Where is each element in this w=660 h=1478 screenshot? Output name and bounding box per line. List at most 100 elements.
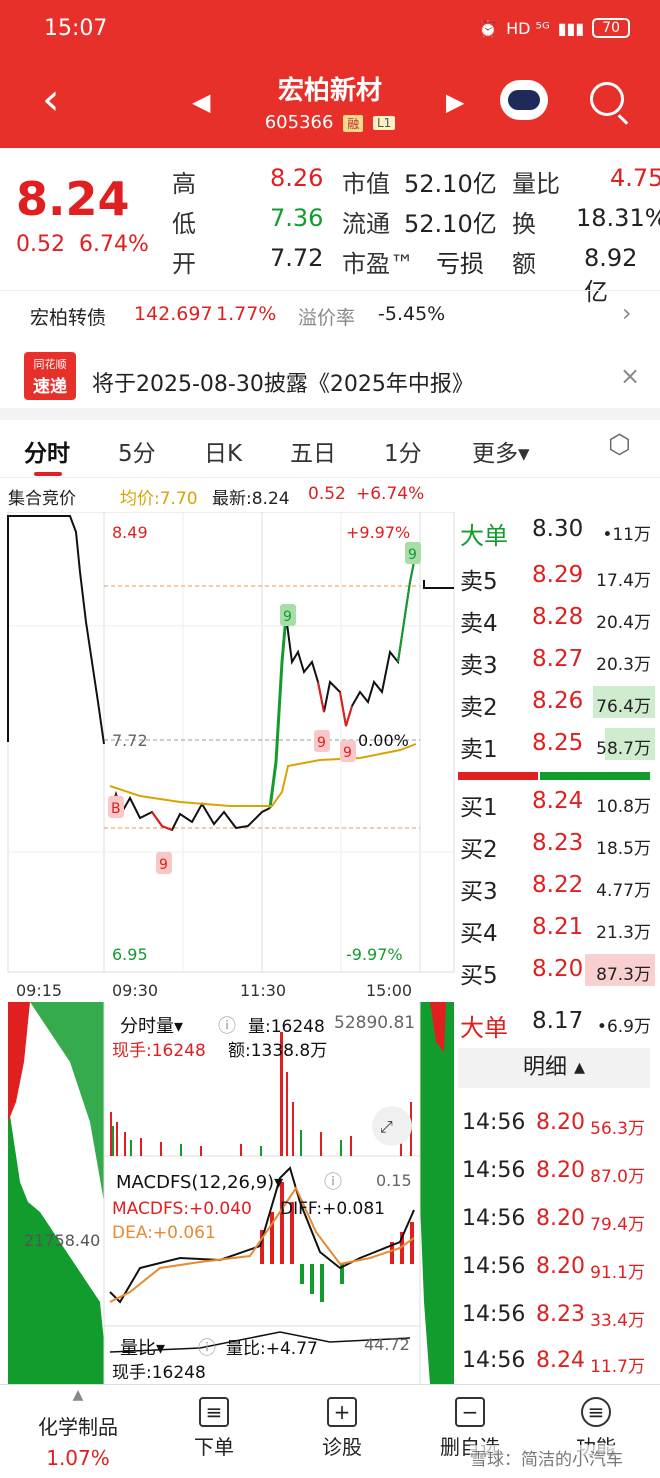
- tick-time: 14:56: [462, 1110, 526, 1135]
- search-icon[interactable]: [590, 82, 624, 116]
- ths-logo: 同花顺 速递: [24, 352, 76, 400]
- macd-panel-title[interactable]: MACDFS(12,26,9)▾: [116, 1172, 283, 1193]
- tab-1min[interactable]: 1分: [384, 434, 422, 468]
- ask-row-1[interactable]: 卖1 8.25 58.7万: [460, 724, 655, 766]
- menu-circle-icon: ≡: [581, 1397, 611, 1427]
- volume-panel-title[interactable]: 分时量▾: [120, 1016, 183, 1037]
- pct-axis-mid: 0.00%: [358, 731, 409, 750]
- change-percent: 6.74%: [78, 232, 149, 257]
- help-icon[interactable]: ⓘ: [198, 1338, 216, 1359]
- logo-bottom-text: 速递: [33, 377, 67, 397]
- vol-ratio-label: 量比: [512, 170, 560, 198]
- big-sell-price: 8.30: [532, 516, 584, 542]
- bid-row-1[interactable]: 买1 8.24 10.8万: [460, 782, 655, 824]
- diff-value: DIFF:+0.081: [280, 1199, 385, 1219]
- ratio-panel-title[interactable]: 量比▾: [120, 1338, 165, 1359]
- change-value: 0.52: [16, 232, 65, 257]
- close-icon[interactable]: ×: [620, 362, 640, 390]
- tick-time: 14:56: [462, 1254, 526, 1279]
- help-icon[interactable]: ⓘ: [218, 1016, 236, 1037]
- big-sell-label: 大单: [460, 522, 508, 550]
- bid-row-2[interactable]: 买2 8.23 18.5万: [460, 824, 655, 866]
- margin-tag: 融: [343, 114, 364, 132]
- active-tab-underline: [34, 472, 62, 476]
- bid-price: 8.21: [532, 914, 584, 940]
- ask-vol: 17.4万: [596, 571, 651, 591]
- ask-row-2[interactable]: 卖2 8.26 76.4万: [460, 682, 655, 724]
- detail-toggle[interactable]: 明细 ▴: [458, 1048, 650, 1088]
- mcap-label: 市值: [342, 170, 390, 198]
- auction-volume-area-green: [30, 1002, 104, 1202]
- premium-value: -5.45%: [378, 303, 446, 325]
- network-indicator: HD ⁵ᴳ: [506, 18, 550, 38]
- intraday-price-chart[interactable]: 8.49 7.72 6.95 +9.97% 0.00% -9.97% B 9 9…: [0, 512, 456, 1002]
- chart-info-row: 集合竞价 均价:7.70 最新:8.24 0.52 +6.74%: [0, 482, 660, 510]
- tick-price: 8.20: [536, 1110, 585, 1135]
- bid-vol: 87.3万: [596, 965, 651, 985]
- vol-ratio-value: 4.75: [610, 164, 660, 192]
- bid-row-3[interactable]: 买3 8.22 4.77万: [460, 866, 655, 908]
- settings-hexagon-icon[interactable]: ⬡: [608, 430, 631, 460]
- sector-button[interactable]: ▲ 化学制品 1.07%: [16, 1385, 140, 1478]
- bid-price: 8.20: [532, 956, 584, 982]
- open-value: 7.72: [270, 244, 324, 272]
- td-marker-9-label: 9: [343, 745, 352, 761]
- bid-row-5[interactable]: 买5 8.20 87.3万: [460, 950, 655, 992]
- big-buy-price: 8.17: [532, 1008, 584, 1034]
- tick-vol: 11.7万: [590, 1357, 645, 1377]
- ask-row-4[interactable]: 卖4 8.28 20.4万: [460, 598, 655, 640]
- stock-code-row: 605366 融 L1: [0, 112, 660, 133]
- ask-vol: 76.4万: [596, 697, 651, 717]
- bond-price: 142.697: [134, 303, 213, 325]
- y-axis-top: 8.49: [112, 523, 148, 542]
- price-change: 0.52 6.74%: [16, 232, 149, 257]
- tab-five-day[interactable]: 五日: [290, 434, 336, 468]
- order-button[interactable]: ≡ 下单: [154, 1385, 274, 1478]
- notice-banner[interactable]: 同花顺 速递 将于2025-08-30披露《2025年中报》 ×: [0, 340, 660, 408]
- tab-daily-k[interactable]: 日K: [204, 434, 242, 468]
- watermark: 雪球：简洁的小汽车: [470, 1445, 623, 1470]
- help-icon[interactable]: ⓘ: [324, 1172, 342, 1193]
- stock-name: 宏柏新材: [277, 76, 382, 106]
- avg-price: 均价:7.70: [120, 489, 198, 509]
- assistant-robot-icon[interactable]: [500, 80, 548, 120]
- td-marker-9-green-label: 9: [408, 547, 417, 563]
- tab-5min[interactable]: 5分: [118, 434, 156, 468]
- tick-row: 14:56 8.20 56.3万: [460, 1102, 655, 1148]
- pe-label: 市盈™: [342, 250, 414, 278]
- notice-text: 将于2025-08-30披露《2025年中报》: [92, 372, 474, 397]
- ask-price: 8.29: [532, 562, 584, 588]
- stock-code: 605366: [264, 112, 334, 133]
- ask-row-5[interactable]: 卖5 8.29 17.4万: [460, 556, 655, 598]
- big-sell-vol: •11万: [602, 525, 651, 545]
- indicator-panels[interactable]: ⤢ 分时量▾ ⓘ 量:16248 52890.81 现手:16248 额:133…: [0, 1002, 456, 1384]
- tab-intraday[interactable]: 分时: [24, 434, 70, 468]
- bid-row-4[interactable]: 买4 8.21 21.3万: [460, 908, 655, 950]
- ask-row-3[interactable]: 卖3 8.27 20.3万: [460, 640, 655, 682]
- td-marker-9-label: 9: [159, 857, 168, 873]
- tab-more[interactable]: 更多▾: [472, 434, 530, 468]
- time-label: 15:00: [366, 981, 412, 1000]
- big-buy-order[interactable]: 大单 8.17 •6.9万: [460, 1002, 655, 1044]
- bid-label: 买4: [460, 921, 498, 947]
- latest-pct: +6.74%: [356, 484, 425, 504]
- convertible-bond-row[interactable]: 宏柏转债 142.697 1.77% 溢价率 -5.45% ›: [0, 290, 660, 338]
- signal-icon: ▮▮▮: [557, 18, 585, 38]
- battery-indicator: 70: [592, 18, 630, 38]
- logo-top-text: 同花顺: [33, 358, 67, 371]
- ask-price: 8.25: [532, 730, 584, 756]
- big-sell-order[interactable]: 大单 8.30 •11万: [460, 510, 655, 552]
- td-marker-9-green-label: 9: [283, 609, 292, 625]
- float-value: 52.10亿: [404, 210, 497, 238]
- time-label: 09:30: [112, 981, 158, 1000]
- bond-name: 宏柏转债: [30, 307, 107, 329]
- amount-label: 额: [512, 250, 536, 278]
- macd-max: 0.15: [376, 1171, 412, 1190]
- sector-name: 化学制品: [38, 1415, 118, 1439]
- alarm-icon: ⏰: [478, 18, 499, 38]
- ask-vol: 58.7万: [596, 739, 651, 759]
- latest-price: 最新:8.24: [212, 489, 290, 509]
- bid-label: 买2: [460, 837, 498, 863]
- mcap-value: 52.10亿: [404, 170, 497, 198]
- diagnose-button[interactable]: + 诊股: [282, 1385, 402, 1478]
